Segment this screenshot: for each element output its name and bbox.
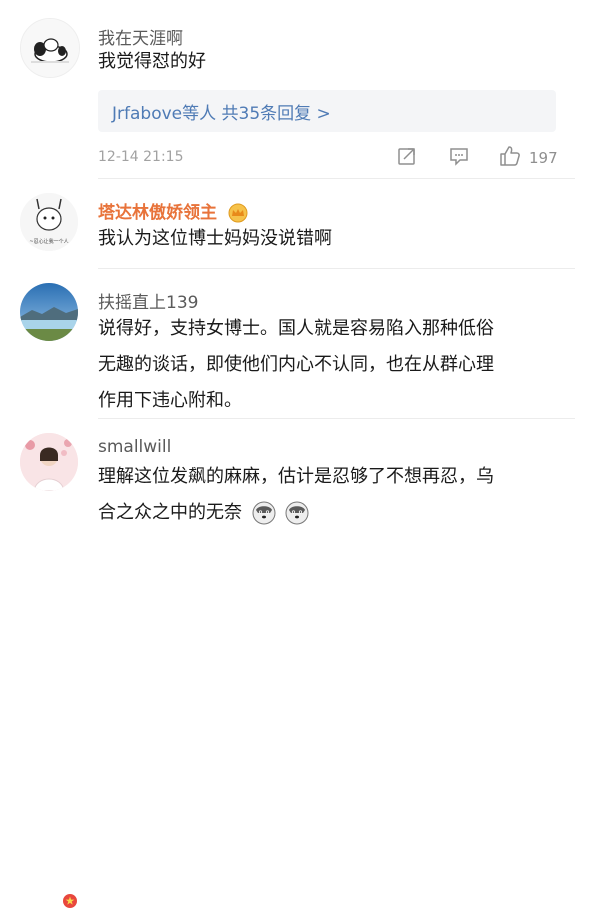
username[interactable]: 塔达林傲娇领主 [98,198,249,223]
timestamp: 12-14 21:15 [98,149,184,165]
crown-badge-icon [228,203,248,223]
replies-summary-link[interactable]: Jrfabove等人 共35条回复 > [112,99,331,124]
comment-icon[interactable] [449,146,469,166]
portrait-avatar-icon [20,433,78,491]
like-icon[interactable] [498,144,522,168]
sleeping-dog-avatar-icon [21,19,79,77]
comment-text-line-2-text: 合之众之中的无奈 [98,502,242,523]
comment-text: 我觉得怼的好 [98,51,206,72]
comment-text-line-2: 无趣的谈话，即使他们内心不认同，也在从群心理 [98,354,494,375]
husky-emoji-icon [285,501,309,525]
verified-badge-icon [62,893,78,909]
replies-summary-box[interactable]: Jrfabove等人 共35条回复 > [98,90,556,132]
username-text[interactable]: 塔达林傲娇领主 [98,203,217,223]
username[interactable]: smallwill [98,437,171,457]
comment-2: ~忍心让我一个人 塔达林傲娇领主 我认为这位博士妈妈没说错啊 [0,179,600,269]
rabbit-avatar-icon: ~忍心让我一个人 [20,193,78,251]
avatar[interactable] [20,433,78,491]
username[interactable]: 扶摇直上139 [98,288,198,313]
share-icon[interactable] [397,146,417,166]
avatar[interactable] [20,283,78,341]
avatar-caption: ~忍心让我一个人 [29,238,68,245]
avatar[interactable] [20,18,80,78]
comment-text: 我认为这位博士妈妈没说错啊 [98,228,332,249]
avatar[interactable]: ~忍心让我一个人 [20,193,78,251]
comment-4: smallwill 理解这位发飙的麻麻，估计是忍够了不想再忍，乌 合之众之中的无… [0,419,600,909]
comment-text-line-1: 说得好，支持女博士。国人就是容易陷入那种低俗 [98,318,494,339]
like-count: 197 [529,149,558,167]
landscape-avatar-icon [20,283,78,341]
comment-text-line-2: 合之众之中的无奈 [98,497,309,528]
husky-emoji-icon [252,501,276,525]
comment-1: 我在天涯啊 我觉得怼的好 Jrfabove等人 共35条回复 > 12-14 2… [0,0,600,180]
comment-text-line-3: 作用下违心附和。 [98,390,242,411]
comment-text-line-1: 理解这位发飙的麻麻，估计是忍够了不想再忍，乌 [98,466,494,487]
comment-3: 扶摇直上139 说得好，支持女博士。国人就是容易陷入那种低俗 无趣的谈话，即使他… [0,269,600,419]
